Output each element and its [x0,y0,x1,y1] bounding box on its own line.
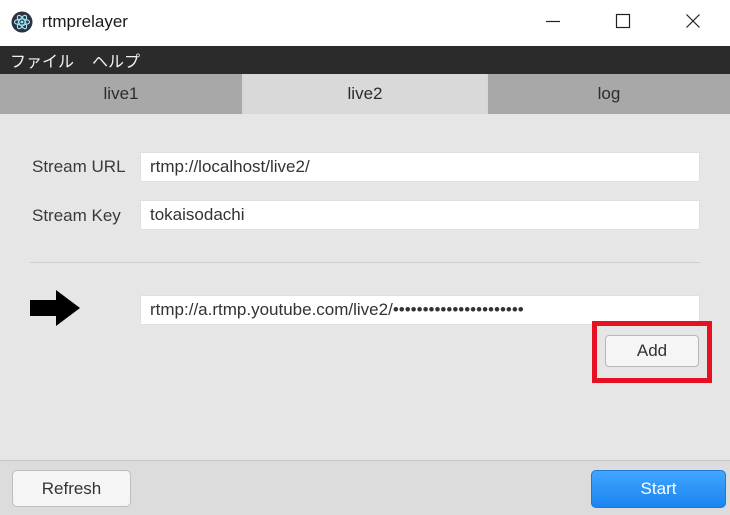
divider [30,262,700,263]
app-window: rtmprelayer ファイル ヘルプ live1 live2 log Str… [0,0,730,515]
stream-url-input[interactable]: rtmp://localhost/live2/ [140,152,700,182]
menu-bar: ファイル ヘルプ [0,46,730,74]
footer-bar: Refresh Start [0,460,730,515]
close-button[interactable] [670,0,716,46]
refresh-button[interactable]: Refresh [12,470,131,507]
stream-url-label: Stream URL [32,157,126,176]
menu-help[interactable]: ヘルプ [74,48,140,72]
stream-key-input[interactable]: tokaisodachi [140,200,700,230]
tab-live2[interactable]: live2 [244,74,488,114]
electron-atom-icon [11,11,33,33]
add-button[interactable]: Add [605,335,699,367]
main-panel: Stream URL rtmp://localhost/live2/ Strea… [0,114,730,460]
menu-file[interactable]: ファイル [0,48,74,72]
title-bar: rtmprelayer [0,0,730,46]
minimize-icon [545,13,561,34]
stream-key-label: Stream Key [32,206,121,225]
close-icon [685,13,701,34]
tab-live1[interactable]: live1 [0,74,244,114]
tab-log[interactable]: log [488,74,730,114]
maximize-icon [615,13,631,34]
start-button[interactable]: Start [591,470,726,508]
minimize-button[interactable] [530,0,576,46]
tab-bar: live1 live2 log [0,74,730,114]
window-title: rtmprelayer [42,12,128,31]
right-arrow-icon [30,290,80,326]
maximize-button[interactable] [600,0,646,46]
